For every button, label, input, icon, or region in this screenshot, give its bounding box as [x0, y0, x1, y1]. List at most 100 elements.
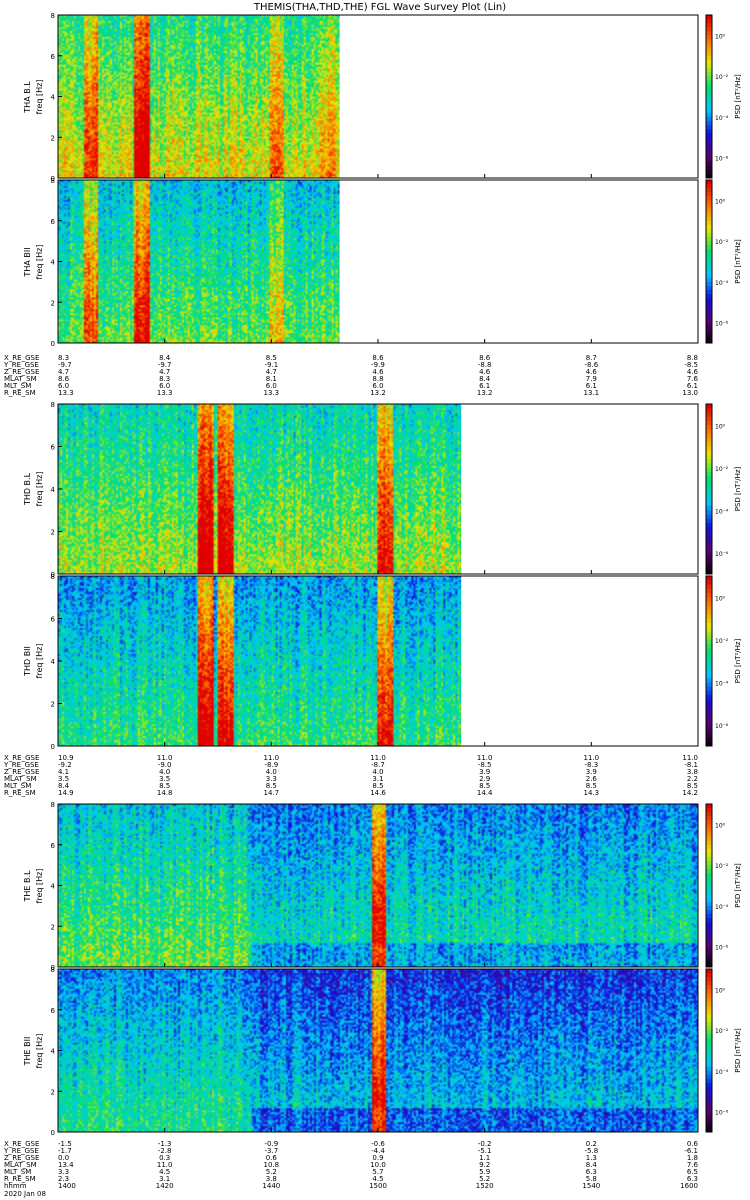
colorbar-segment [706, 253, 712, 258]
colorbar-segment [706, 153, 712, 159]
colorbar-segment [706, 584, 712, 590]
y-tick-label: 2 [51, 299, 55, 307]
colorbar-segment [706, 605, 712, 611]
colorbar-segment [706, 729, 712, 734]
colorbar-segment [706, 527, 712, 532]
colorbar-segment [706, 23, 712, 28]
colorbar-segment [706, 442, 712, 447]
colorbar-segment [706, 67, 712, 73]
eph-value: 1520 [476, 1182, 494, 1190]
colorbar-segment [706, 416, 712, 422]
y-tick-label: 6 [51, 1007, 56, 1015]
colorbar-segment [706, 330, 712, 336]
colorbar-segment [706, 639, 712, 645]
colorbar-segment [706, 19, 712, 24]
colorbar-segment [706, 438, 712, 443]
colorbar-segment [706, 954, 712, 960]
colorbar-segment [706, 812, 712, 817]
colorbar-tick-label: 10⁻⁶ [715, 321, 729, 328]
colorbar-tick-label: 10⁻⁶ [715, 945, 729, 952]
colorbar-segment [706, 446, 712, 452]
colorbar-label: PSD [nT²/Hz] [734, 466, 742, 511]
colorbar-segment [706, 669, 712, 675]
colorbar-segment [706, 192, 712, 197]
panel-yunit: freq [Hz] [35, 869, 44, 904]
colorbar-segment [706, 1054, 712, 1060]
colorbar-segment [706, 467, 712, 473]
colorbar-segment [706, 1070, 712, 1076]
colorbar-segment [706, 610, 712, 615]
colorbar-segment [706, 84, 712, 89]
colorbar-segment [706, 322, 712, 328]
colorbar-segment [706, 1050, 712, 1056]
colorbar-segment [706, 472, 712, 477]
colorbar-segment [706, 31, 712, 36]
panel-ylabel: THD BII [23, 646, 32, 677]
colorbar-segment [706, 969, 712, 974]
colorbar-segment [706, 1005, 712, 1011]
y-tick-label: 8 [51, 12, 55, 20]
colorbar-segment [706, 703, 712, 709]
colorbar-label: PSD [nT²/Hz] [734, 863, 742, 908]
colorbar-segment [706, 548, 712, 554]
colorbar-segment [706, 580, 712, 585]
colorbar-segment [706, 1107, 712, 1113]
y-tick-label: 2 [51, 923, 55, 931]
colorbar-segment [706, 116, 712, 122]
colorbar-segment [706, 290, 712, 295]
colorbar-tick-label: 10⁰ [715, 987, 726, 994]
colorbar-segment [706, 635, 712, 641]
colorbar-segment [706, 661, 712, 666]
panel-tha-bl: THA B.L freq [Hz] 0246810⁰10⁻²10⁻⁴10⁻⁶PS… [23, 12, 742, 183]
colorbar-segment [706, 531, 712, 537]
colorbar-segment [706, 648, 712, 653]
colorbar-segment [706, 450, 712, 456]
colorbar-segment [706, 480, 712, 486]
colorbar-segment [706, 1087, 712, 1092]
colorbar-segment [706, 576, 712, 581]
colorbar-segment [706, 261, 712, 267]
colorbar-segment [706, 909, 712, 915]
panel-thd-bii: THD BII freq [Hz] 0 2 4 6 8 10⁰ 10⁻² 10⁻⁴ 10⁻⁶ PS… [23, 573, 742, 751]
colorbar-segment [706, 1042, 712, 1047]
colorbar-tick-label: 10⁰ [715, 198, 726, 205]
colorbar-segment [706, 241, 712, 246]
colorbar-segment [706, 946, 712, 952]
panel-the-bii: THE BII freq [Hz] 0 2 4 6 8 10⁰ 10⁻² 10⁻⁴ 10⁻⁶ PS… [23, 966, 742, 1137]
colorbar-segment [706, 852, 712, 858]
colorbar-segment [706, 716, 712, 721]
colorbar-segment [706, 958, 712, 964]
colorbar-segment [706, 627, 712, 632]
colorbar-segment [706, 1074, 712, 1080]
spectrogram-image [58, 576, 462, 746]
colorbar-segment [706, 1013, 712, 1019]
colorbar-segment [706, 228, 712, 234]
colorbar-segment [706, 885, 712, 891]
colorbar-tick-label: 10⁻⁶ [715, 1110, 729, 1117]
eph-value: 1540 [582, 1182, 600, 1190]
ephemeris-table-thd: X_RE_GSE Y_RE_GSE Z_RE_GSE MLAT_SM MLT_S… [3, 754, 698, 797]
colorbar-segment [706, 673, 712, 679]
colorbar-segment [706, 334, 712, 340]
colorbar-segment [706, 737, 712, 743]
y-tick-label: 2 [51, 1088, 55, 1096]
colorbar-segment [706, 1058, 712, 1064]
colorbar-segment [706, 993, 712, 999]
colorbar-segment [706, 100, 712, 106]
colorbar-segment [706, 298, 712, 303]
colorbar-segment [706, 552, 712, 558]
colorbar-tick-label: 10⁻⁴ [715, 508, 729, 515]
colorbar-segment [706, 682, 712, 687]
colorbar-segment [706, 1017, 712, 1023]
y-tick-label: 4 [51, 658, 56, 666]
colorbar-segment [706, 1083, 712, 1088]
eph-label: R_RE_SM [4, 789, 36, 797]
eph-label: R_RE_SM [4, 389, 36, 397]
colorbar-segment [706, 601, 712, 607]
colorbar-segment [706, 865, 712, 870]
colorbar-segment [706, 889, 712, 895]
colorbar-segment [706, 224, 712, 230]
colorbar-segment [706, 476, 712, 481]
y-tick-label: 6 [51, 616, 56, 624]
colorbar-segment [706, 294, 712, 299]
